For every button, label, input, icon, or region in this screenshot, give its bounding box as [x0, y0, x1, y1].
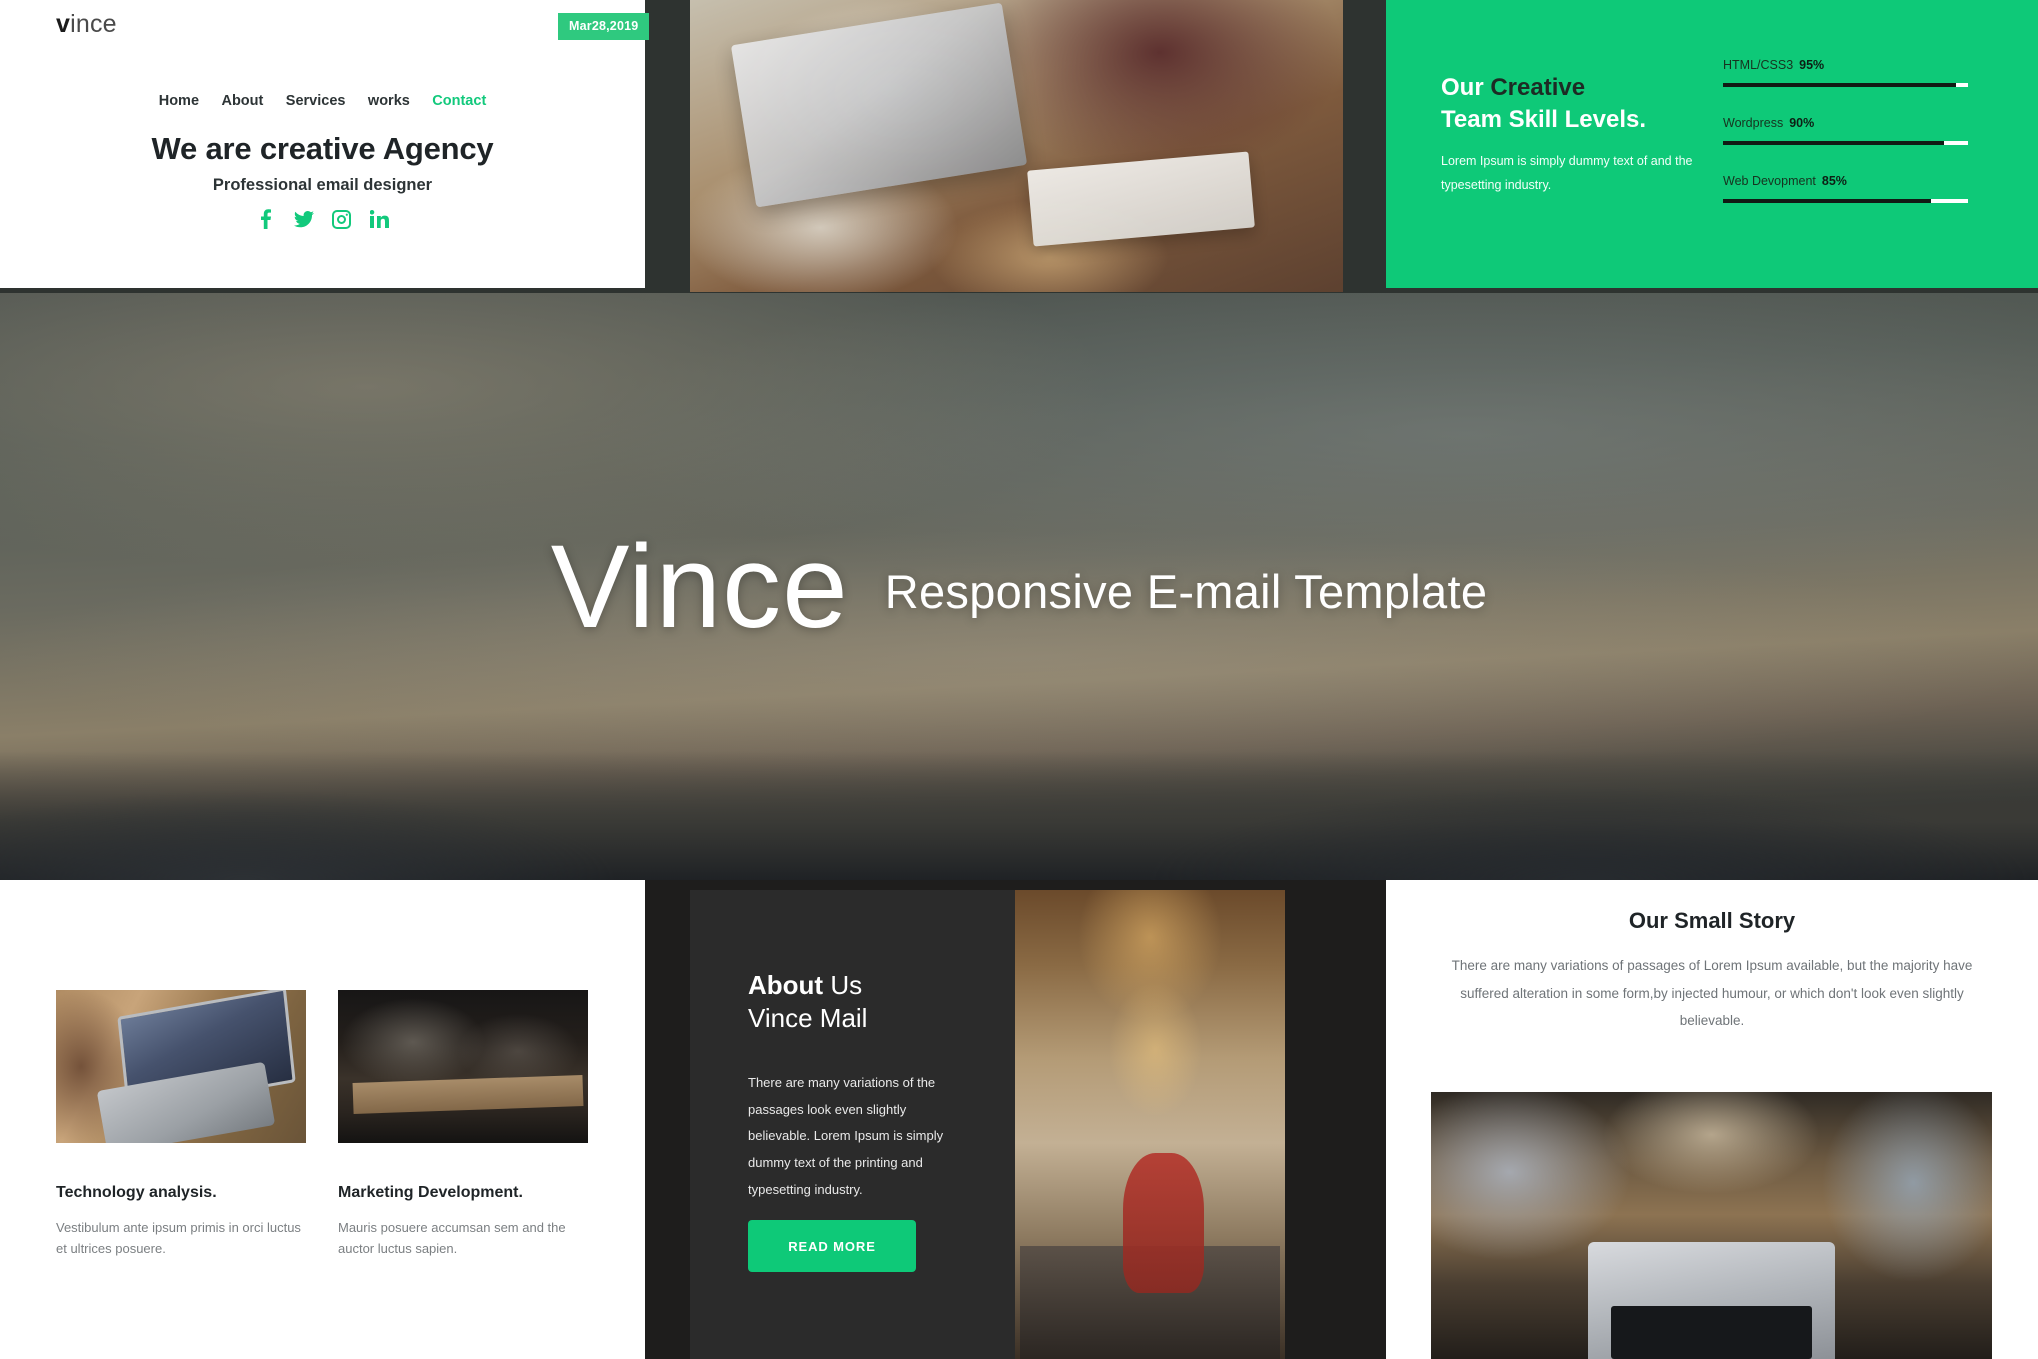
facebook-icon[interactable] — [255, 207, 277, 231]
skill-bars: HTML/CSS3 95% Wordpress 90% Web Devopmen… — [1723, 58, 1973, 232]
skill-name: Web Devopment — [1723, 174, 1816, 188]
date-badge: Mar28,2019 — [558, 13, 650, 40]
skill-fill — [1723, 83, 1956, 87]
skill-name: HTML/CSS3 — [1723, 58, 1794, 72]
nav-item-about[interactable]: About — [221, 93, 263, 109]
story-image — [1431, 1092, 1992, 1359]
services-card: Technology analysis. Vestibulum ante ips… — [0, 880, 645, 1359]
skills-heading-line2: Team Skill Levels. — [1441, 105, 1646, 133]
top-band: vince Home About Services works Contact … — [0, 0, 2038, 293]
about-heading-rest: Us — [823, 970, 863, 1000]
desk-photo-art — [690, 0, 1343, 292]
about-text: There are many variations of the passage… — [748, 1075, 944, 1197]
hero-banner: Vince Responsive E-mail Template — [0, 293, 2038, 880]
about-card: About Us Vince Mail There are many varia… — [690, 890, 1015, 1359]
skill-track — [1723, 83, 1968, 87]
brand-logo-initial: v — [56, 10, 71, 38]
skill-row-web-devopment: Web Devopment 85% — [1723, 174, 1973, 203]
skill-fill — [1723, 141, 1944, 145]
service-text-technology: Vestibulum ante ipsum primis in orci luc… — [56, 1220, 301, 1256]
skills-card: Our Creative Team Skill Levels. Lorem Ip… — [1386, 0, 2038, 288]
skill-percent: 95% — [1799, 58, 1825, 72]
nav-item-services[interactable]: Services — [286, 93, 346, 109]
skill-fill — [1723, 199, 1932, 203]
laptop-photo-art — [56, 990, 306, 1143]
main-nav: Home About Services works Contact — [0, 92, 645, 110]
instagram-icon[interactable] — [331, 207, 353, 231]
skill-track — [1723, 199, 1968, 203]
about-image — [1015, 890, 1285, 1359]
service-card-technology[interactable]: Technology analysis. Vestibulum ante ips… — [56, 990, 306, 1260]
skills-body-text: Lorem Ipsum is simply dummy text of and … — [1441, 153, 1693, 193]
library-photo-art — [1015, 890, 1285, 1359]
hero-title: Vince — [550, 520, 849, 653]
nav-item-home[interactable]: Home — [159, 93, 199, 109]
skill-label-web-devopment: Web Devopment 85% — [1723, 174, 1973, 188]
intro-subtitle: Professional email designer — [212, 176, 433, 194]
skill-percent: 90% — [1789, 116, 1815, 130]
nav-item-contact[interactable]: Contact — [432, 93, 486, 109]
skill-percent: 85% — [1821, 174, 1847, 188]
service-title-marketing: Marketing Development. — [338, 1184, 523, 1201]
service-title-technology: Technology analysis. — [56, 1184, 217, 1201]
skills-heading-light: Our — [1441, 74, 1491, 101]
read-more-button[interactable]: READ MORE — [748, 1220, 916, 1272]
about-heading-line2: Vince Mail — [748, 1002, 868, 1033]
about-heading: About Us Vince Mail — [748, 969, 867, 1034]
intro-title: We are creative Agency — [151, 131, 494, 166]
skill-track — [1723, 141, 1968, 145]
skill-name: Wordpress — [1723, 116, 1784, 130]
skill-row-html-css3: HTML/CSS3 95% — [1723, 58, 1973, 87]
linkedin-icon[interactable] — [369, 207, 391, 231]
service-image-technology — [56, 990, 306, 1143]
service-text-marketing: Mauris posuere accumsan sem and the auct… — [338, 1220, 566, 1256]
twitter-icon[interactable] — [293, 207, 315, 231]
top-banner-photo — [690, 0, 1343, 292]
hero-subtitle: Responsive E-mail Template — [884, 565, 1488, 618]
meeting-photo-art — [338, 990, 588, 1143]
social-links — [0, 207, 645, 231]
skills-intro: Our Creative Team Skill Levels. Lorem Ip… — [1441, 72, 1711, 198]
email-template-page: vince Home About Services works Contact … — [0, 0, 2038, 1359]
story-text: There are many variations of passages of… — [1451, 958, 1973, 1029]
about-heading-bold: About — [748, 970, 824, 1000]
skills-heading-dark: Creative — [1490, 74, 1586, 101]
skill-label-wordpress: Wordpress 90% — [1723, 116, 1973, 130]
skill-label-html-css3: HTML/CSS3 95% — [1723, 58, 1973, 72]
service-image-marketing — [338, 990, 588, 1143]
bottom-band: Technology analysis. Vestibulum ante ips… — [0, 880, 2038, 1359]
nav-item-works[interactable]: works — [368, 93, 410, 109]
hero-text-block: Vince Responsive E-mail Template — [0, 293, 2038, 880]
story-title: Our Small Story — [1628, 908, 1796, 933]
skills-heading: Our Creative Team Skill Levels. — [1441, 72, 1711, 136]
intro-card: vince Home About Services works Contact … — [0, 0, 650, 288]
skill-row-wordpress: Wordpress 90% — [1723, 116, 1973, 145]
team-photo-art — [1431, 1092, 1992, 1359]
service-card-marketing[interactable]: Marketing Development. Mauris posuere ac… — [338, 990, 588, 1260]
brand-logo[interactable]: vince — [56, 10, 117, 39]
brand-logo-rest: ince — [70, 10, 117, 38]
story-card: Our Small Story There are many variation… — [1386, 880, 2038, 1359]
